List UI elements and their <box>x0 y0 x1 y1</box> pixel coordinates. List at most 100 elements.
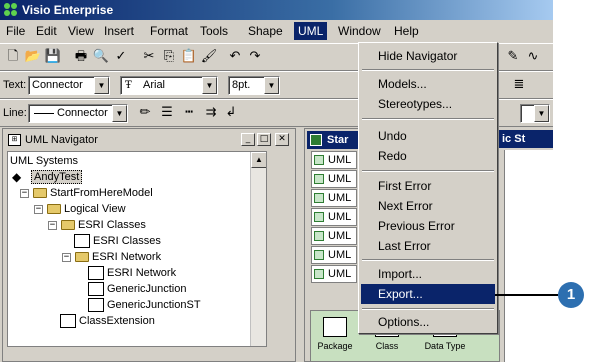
menu-item-stereotypes[interactable]: Stereotypes... <box>361 94 495 114</box>
pencil-icon[interactable]: ✎ <box>504 49 522 65</box>
stencil-row-label: UML <box>328 249 352 261</box>
align-icon[interactable]: ≣ <box>510 77 528 93</box>
line-style-value: Connector <box>57 107 108 119</box>
tree-item[interactable]: ESRI Classes <box>74 233 161 249</box>
menu-shape[interactable]: Shape <box>244 22 287 40</box>
line-pattern-icon[interactable]: ┅ <box>180 105 198 121</box>
menu-tools[interactable]: Tools <box>196 22 232 40</box>
stencil-row[interactable]: UML <box>311 189 357 207</box>
menu-item-hide-navigator[interactable]: Hide Navigator <box>361 46 495 66</box>
menu-file[interactable]: File <box>2 22 29 40</box>
undo-icon[interactable]: ↶ <box>226 49 244 65</box>
package-icon <box>323 317 347 337</box>
menu-item-export[interactable]: Export... <box>361 284 495 304</box>
tree-item[interactable]: ESRI Network <box>88 265 176 281</box>
stencil-row[interactable]: UML <box>311 151 357 169</box>
menu-separator <box>362 69 494 71</box>
new-icon[interactable]: 🗋 <box>4 49 22 65</box>
menu-window[interactable]: Window <box>334 22 385 40</box>
maximize-button[interactable]: □ <box>257 133 271 146</box>
menu-item-import[interactable]: Import... <box>361 264 495 284</box>
close-button[interactable]: ✕ <box>275 133 289 146</box>
stencil-row[interactable]: UML <box>311 170 357 188</box>
print-preview-icon[interactable]: 🔍 <box>92 49 110 65</box>
chevron-down-icon: ▼ <box>202 77 217 94</box>
redo-icon[interactable]: ↷ <box>246 49 264 65</box>
scroll-up-icon[interactable]: ▲ <box>251 152 266 168</box>
tree-item[interactable]: − ESRI Classes <box>48 217 146 233</box>
stencil-row[interactable]: UML <box>311 246 357 264</box>
menu-item-options[interactable]: Options... <box>361 312 495 332</box>
menu-item-models[interactable]: Models... <box>361 74 495 94</box>
class-icon <box>60 314 76 329</box>
freeform-icon[interactable]: ∿ <box>524 49 542 65</box>
stencil-row-label: UML <box>328 173 352 185</box>
drawing-page[interactable] <box>504 150 553 362</box>
tree-item[interactable]: ClassExtension <box>60 313 155 329</box>
menu-insert[interactable]: Insert <box>100 22 138 40</box>
menu-item-last-error[interactable]: Last Error <box>361 236 495 256</box>
tree-item[interactable]: − StartFromHereModel <box>20 185 153 201</box>
tree-item[interactable]: − ESRI Network <box>62 249 161 265</box>
menu-item-previous-error[interactable]: Previous Error <box>361 216 495 236</box>
tree-item-label: UML Systems <box>10 155 79 167</box>
menu-separator <box>362 308 494 310</box>
line-style-select[interactable]: Connector ▼ <box>28 104 128 123</box>
spelling-icon[interactable]: ✓ <box>112 49 130 65</box>
collapse-icon[interactable]: − <box>20 188 29 198</box>
tree-item[interactable]: GenericJunction <box>88 281 187 297</box>
format-painter-icon[interactable]: 🖌 <box>200 49 218 65</box>
collapse-icon[interactable]: − <box>34 204 43 214</box>
line-ends-icon[interactable]: ⇉ <box>202 105 220 121</box>
minimize-button[interactable]: _ <box>241 133 255 146</box>
title-bar: Visio Enterprise <box>0 0 553 20</box>
chevron-down-icon: ▼ <box>264 77 279 94</box>
navigator-icon: ⊞ <box>8 134 21 146</box>
package-shape[interactable]: Package <box>317 317 353 351</box>
font-size-select[interactable]: 8pt. ▼ <box>228 76 280 95</box>
open-icon[interactable]: 📂 <box>24 49 42 65</box>
menu-item-next-error[interactable]: Next Error <box>361 196 495 216</box>
menu-item-first-error[interactable]: First Error <box>361 176 495 196</box>
chevron-down-icon: ▼ <box>112 105 127 122</box>
tree-item[interactable]: UML Systems <box>10 153 78 169</box>
text-style-select[interactable]: Connector ▼ <box>28 76 110 95</box>
save-icon[interactable]: 💾 <box>44 49 62 65</box>
step-callout: 1 <box>558 282 584 308</box>
uml-shape-icon <box>314 193 324 203</box>
collapse-icon[interactable]: − <box>48 220 57 230</box>
menu-item-undo[interactable]: Undo <box>361 126 495 146</box>
line-color-icon[interactable]: ✏ <box>136 105 154 121</box>
stencil-row[interactable]: UML <box>311 227 357 245</box>
print-icon[interactable]: 🖶 <box>72 49 90 65</box>
menu-item-redo[interactable]: Redo <box>361 146 495 166</box>
stencil-row[interactable]: UML <box>311 208 357 226</box>
navigator-tree: UML Systems ◆ AndyTest − StartFromHereMode… <box>7 151 267 347</box>
cut-icon[interactable]: ✂ <box>140 49 158 65</box>
font-select[interactable]: Ŧ Arial ▼ <box>120 76 218 95</box>
navigator-scrollbar[interactable]: ▲ <box>250 152 266 346</box>
menu-format[interactable]: Format <box>146 22 192 40</box>
paste-icon[interactable]: 📋 <box>180 49 198 65</box>
tree-item[interactable]: ◆ AndyTest <box>12 169 83 185</box>
menu-edit[interactable]: Edit <box>32 22 61 40</box>
truetype-icon: Ŧ <box>125 80 132 91</box>
tree-item-label: ESRI Network <box>107 267 177 279</box>
corner-rounding-icon[interactable]: ↲ <box>222 105 240 121</box>
menu-uml[interactable]: UML <box>294 22 328 40</box>
collapse-icon[interactable]: − <box>62 252 71 262</box>
uml-shape-icon <box>314 250 324 260</box>
folder-icon <box>33 188 47 199</box>
toolbar-select[interactable]: ▼ <box>520 104 550 123</box>
static-structure-title: ic St <box>498 130 553 148</box>
tree-item[interactable]: GenericJunctionST <box>88 297 201 313</box>
menu-view[interactable]: View <box>64 22 98 40</box>
stencil-icon <box>310 134 322 146</box>
callout-leader-line <box>495 294 558 296</box>
menu-help[interactable]: Help <box>390 22 423 40</box>
stencil-row-label: UML <box>328 154 352 166</box>
stencil-row[interactable]: UML <box>311 265 357 283</box>
tree-item[interactable]: − Logical View <box>34 201 126 217</box>
line-weight-icon[interactable]: ☰ <box>158 105 176 121</box>
copy-icon[interactable]: ⎘ <box>160 49 178 65</box>
